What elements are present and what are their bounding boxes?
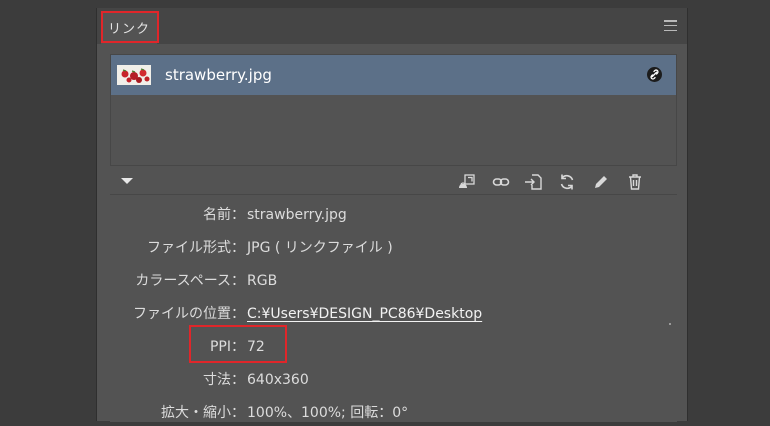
list-item[interactable]: strawberry.jpg [111,55,676,95]
colorspace-label: カラースペース： [135,273,245,289]
info-row-colorspace: カラースペース： RGB [110,268,677,294]
file-location-link[interactable]: C:¥Users¥DESIGN_PC86¥Desktop [247,301,482,327]
edit-original-icon[interactable] [591,172,611,192]
link-info-section: 名前： strawberry.jpg ファイル形式： JPG ( リンクファイル… [110,194,677,422]
ppi-label: PPI： [209,339,245,355]
dimensions-value: 640x360 [247,372,309,388]
links-toolbar [97,168,687,196]
file-thumbnail [117,65,151,85]
dimensions-label: 寸法： [203,372,245,388]
update-link-icon[interactable] [557,172,577,192]
collapse-triangle-icon[interactable] [121,178,133,184]
colorspace-value: RGB [247,273,278,289]
format-label: ファイル形式： [147,240,245,256]
relink-from-cc-icon[interactable] [457,172,477,192]
relink-icon[interactable] [491,172,511,192]
info-row-ppi: PPI： 72 [110,334,677,360]
name-value: strawberry.jpg [247,207,347,223]
place-icon[interactable] [523,172,543,192]
panel-menu-icon[interactable] [664,20,677,31]
name-label: 名前： [203,207,245,223]
links-panel: リンク strawberry.jpg 名前： strawberry.jpg ファ… [96,8,688,422]
scale-value: 100%、100%; 回転：0° [247,405,409,421]
file-name: strawberry.jpg [165,66,272,84]
location-label: ファイルの位置： [133,306,245,322]
info-row-scale: 拡大・縮小： 100%、100%; 回転：0° [110,400,677,426]
ppi-value: 72 [247,339,265,355]
tab-links[interactable]: リンク [101,11,157,44]
panel-tab-bar: リンク [97,8,687,44]
linked-file-icon [647,67,662,82]
link-list: strawberry.jpg [110,54,677,166]
format-value: JPG ( リンクファイル ) [247,240,393,256]
info-row-dimensions: 寸法： 640x360 [110,367,677,393]
scroll-indicator [669,323,671,325]
delete-icon[interactable] [625,172,645,192]
scale-label: 拡大・縮小： [161,405,245,421]
info-row-format: ファイル形式： JPG ( リンクファイル ) [110,235,677,261]
info-row-name: 名前： strawberry.jpg [110,202,677,228]
info-row-location: ファイルの位置： C:¥Users¥DESIGN_PC86¥Desktop [110,301,677,327]
